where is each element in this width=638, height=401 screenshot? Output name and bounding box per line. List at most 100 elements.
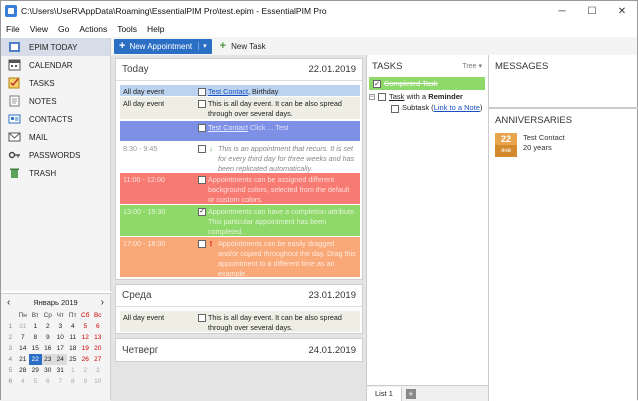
menu-help[interactable]: Help [142,24,169,34]
calendar-day[interactable]: 16 [42,343,55,354]
calendar-day[interactable]: 28 [17,365,30,376]
contact-link[interactable]: Test Contact [208,123,248,132]
menu-view[interactable]: View [25,24,53,34]
calendar-day[interactable]: 13 [92,332,105,343]
sidebar-item-contacts[interactable]: CONTACTS [1,110,110,128]
calendar-day[interactable]: 6 [92,321,105,332]
menu-go[interactable]: Go [53,24,74,34]
event-all-day[interactable]: All day event This is all day event. It … [120,97,360,119]
contact-link[interactable]: Test Contact [208,87,248,96]
task-checkbox[interactable] [391,105,399,113]
calendar-day[interactable]: 3 [54,321,67,332]
calendar-day[interactable]: 12 [79,332,92,343]
sidebar-item-passwords[interactable]: PASSWORDS [1,146,110,164]
event-orange[interactable]: 17:00 - 18:00 ! Appointments can be easi… [120,237,360,278]
week-number[interactable]: 4 [4,354,17,365]
add-list-button[interactable]: + [405,388,416,399]
calendar-day[interactable]: 7 [54,376,67,387]
calendar-day[interactable]: 30 [42,365,55,376]
event-checkbox[interactable] [198,176,206,184]
note-link[interactable]: Link to a Note [434,103,480,112]
calendar-day[interactable]: 24 [54,354,67,365]
calendar-day[interactable]: 2 [79,365,92,376]
calendar-day[interactable]: 8 [29,332,42,343]
calendar-day[interactable]: 29 [29,365,42,376]
calendar-day[interactable]: 5 [29,376,42,387]
calendar-day[interactable]: 1 [29,321,42,332]
chevron-down-icon[interactable]: ▾ [198,42,207,50]
checked-checkbox[interactable]: ✓ [198,208,206,216]
minimize-button[interactable]: ─ [547,1,577,21]
task-link[interactable]: Task [389,92,404,101]
calendar-day[interactable]: 15 [29,343,42,354]
event-checkbox[interactable] [198,314,206,322]
close-button[interactable]: ✕ [607,1,637,21]
tree-view-dropdown[interactable]: Tree ▾ [462,62,482,70]
tab-list-1[interactable]: List 1 [367,386,402,401]
calendar-day[interactable]: 7 [17,332,30,343]
sidebar-item-calendar[interactable]: CALENDAR [1,56,110,74]
calendar-day[interactable]: 17 [54,343,67,354]
event-checkbox[interactable] [198,88,206,96]
anniversary-item[interactable]: 22 янв Test Contact 20 years [495,133,638,157]
sidebar-item-notes[interactable]: NOTES [1,92,110,110]
calendar-day[interactable]: 9 [42,332,55,343]
event-checkbox[interactable] [198,145,206,153]
calendar-day[interactable]: 31 [17,321,30,332]
calendar-day[interactable]: 4 [67,321,80,332]
week-number[interactable]: 1 [4,321,17,332]
calendar-day[interactable]: 21 [17,354,30,365]
calendar-day[interactable]: 19 [79,343,92,354]
calendar-day[interactable]: 14 [17,343,30,354]
sidebar-item-epim-today[interactable]: EPIM TODAY [1,38,110,56]
calendar-day[interactable]: 10 [92,376,105,387]
calendar-day[interactable]: 23 [41,354,54,365]
sidebar-item-mail[interactable]: MAIL [1,128,110,146]
collapse-toggle[interactable]: − [369,93,375,100]
next-month-button[interactable]: › [101,297,104,308]
event-checkbox[interactable] [198,240,206,248]
event-birthday[interactable]: All day event Test Contact, Birthday [120,85,360,96]
week-number[interactable]: 2 [4,332,17,343]
event-red[interactable]: 11:00 - 12:00 Appointments can be assign… [120,173,360,204]
maximize-button[interactable]: ☐ [577,1,607,21]
calendar-day[interactable]: 26 [79,354,92,365]
event-checkbox[interactable] [198,100,206,108]
calendar-day[interactable]: 25 [67,354,80,365]
new-task-button[interactable]: + New Task [220,40,266,52]
task-checkbox[interactable] [378,92,386,101]
calendar-day[interactable]: 22 [29,354,42,365]
calendar-day[interactable]: 1 [67,365,80,376]
calendar-day[interactable]: 20 [92,343,105,354]
mini-calendar-month[interactable]: Январь 2019 [33,298,77,307]
task-with-reminder[interactable]: − Task with a Reminder [369,90,487,103]
calendar-day[interactable]: 18 [67,343,80,354]
calendar-day[interactable]: 5 [79,321,92,332]
prev-month-button[interactable]: ‹ [7,297,10,308]
menu-tools[interactable]: Tools [112,24,142,34]
calendar-day[interactable]: 11 [67,332,80,343]
menu-actions[interactable]: Actions [74,24,112,34]
calendar-day[interactable]: 9 [79,376,92,387]
event-recurring[interactable]: 8:30 - 9:45 ↓ This is an appointment tha… [120,142,360,173]
calendar-day[interactable]: 6 [42,376,55,387]
calendar-day[interactable]: 8 [67,376,80,387]
event-all-day[interactable]: All day event This is all day event. It … [120,311,360,332]
calendar-day[interactable]: 10 [54,332,67,343]
week-number[interactable]: 5 [4,365,17,376]
calendar-day[interactable]: 27 [92,354,105,365]
calendar-day[interactable]: 31 [54,365,67,376]
event-completed[interactable]: 13:00 - 15:30 ✓ Appointments can have a … [120,205,360,236]
sidebar-item-tasks[interactable]: TASKS [1,74,110,92]
calendar-day[interactable]: 4 [17,376,30,387]
checked-checkbox[interactable]: ✓ [373,79,381,88]
week-number[interactable]: 3 [4,343,17,354]
calendar-day[interactable]: 2 [42,321,55,332]
subtask[interactable]: Subtask (Link to a Note) [391,103,487,123]
event-purple[interactable]: Test Contact Click ... Test [120,121,360,141]
sidebar-item-trash[interactable]: TRASH [1,164,110,182]
event-checkbox[interactable] [198,124,206,132]
menu-file[interactable]: File [1,24,25,34]
week-number[interactable]: 6 [4,376,17,387]
new-appointment-button[interactable]: + New Appointment ▾ [114,38,212,54]
